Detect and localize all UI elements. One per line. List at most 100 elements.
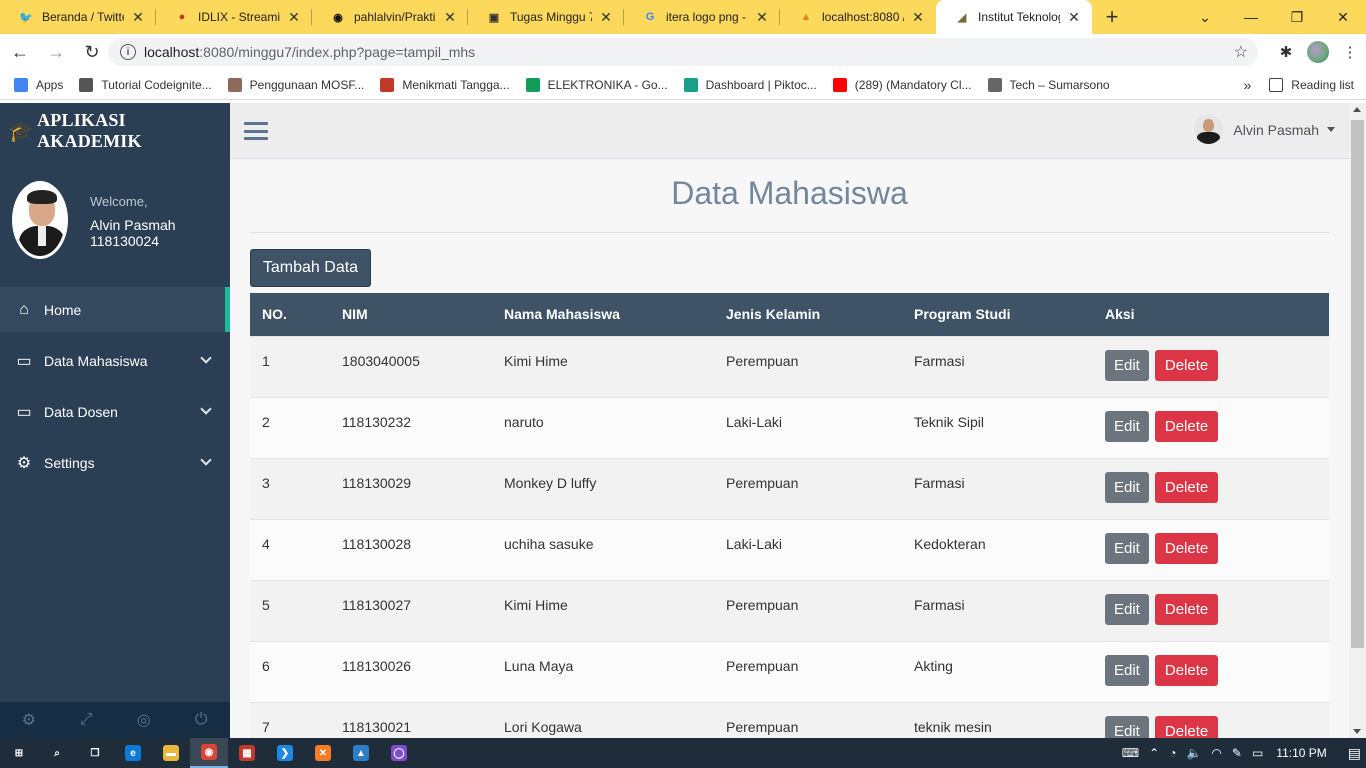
network-icon[interactable]: ◔ [1169,746,1176,760]
edit-button[interactable]: Edit [1105,349,1149,381]
reload-button[interactable]: ↻ [76,36,108,68]
minimize-button[interactable]: — [1228,0,1274,34]
tab-close-icon[interactable]: ✕ [1066,9,1082,26]
delete-button[interactable]: Delete [1154,593,1219,625]
sidebar-item-data-dosen[interactable]: ▭ Data Dosen [0,389,230,434]
site-info-icon[interactable]: i [120,44,136,60]
extensions-icon[interactable]: ✱ [1270,43,1302,61]
edit-button[interactable]: Edit [1105,593,1149,625]
address-bar[interactable]: i localhost:8080/minggu7/index.php?page=… [108,38,1258,66]
vscode-taskbar-button[interactable]: ❯ [266,738,304,768]
bookmark-star-icon[interactable]: ☆ [1234,42,1248,62]
delete-button[interactable]: Delete [1154,410,1219,442]
bookmark-item[interactable]: ELEKTRONIKA - Go... [525,77,668,92]
tab-close-icon[interactable]: ✕ [754,9,770,26]
wifi-icon[interactable]: ◠ [1211,746,1221,760]
tab-close-icon[interactable]: ✕ [286,9,302,26]
bookmark-item[interactable]: Dashboard | Piktoc... [683,77,817,92]
table-row: 5 118130027 Kimi Hime Perempuan Farmasi Edit D… [250,579,1329,641]
delete-button[interactable]: Delete [1154,715,1219,738]
vscode-icon: ❯ [277,745,293,761]
tab-close-icon[interactable]: ✕ [130,9,146,26]
cell-prodi: Farmasi [902,335,1093,397]
gear-icon[interactable]: ⚙ [0,702,58,738]
touch-keyboard-icon[interactable]: ▭ [1252,746,1263,760]
scroll-up-arrow-icon[interactable] [1353,107,1361,112]
tab-close-icon[interactable]: ✕ [598,9,614,26]
chrome-taskbar-button[interactable]: ◉ [190,738,228,768]
show-hidden-icons-icon[interactable]: ⌃ [1149,746,1159,760]
browser-tab[interactable]: ▣ Tugas Minggu 7 ✕ [468,0,624,34]
bookmark-item[interactable]: Apps [14,77,63,92]
bookmark-favicon-icon [832,77,847,92]
scroll-down-arrow-icon[interactable] [1353,729,1361,734]
xampp-taskbar-button[interactable]: ✕ [304,738,342,768]
back-button[interactable]: ← [4,36,36,68]
cell-prodi: Farmasi [902,457,1093,519]
browser-tab[interactable]: ● IDLIX - Streaming ✕ [156,0,312,34]
photos-taskbar-button[interactable]: ▲ [342,738,380,768]
fullscreen-icon[interactable]: ⤢ [58,702,116,738]
sidebar-item-home[interactable]: ⌂ Home [0,287,230,332]
file-explorer-taskbar-button[interactable]: ▬ [152,738,190,768]
bookmark-item[interactable]: Penggunaan MOSF... [227,77,364,92]
windows-start-taskbar-button[interactable]: ⊞ [0,738,38,768]
tab-title: localhost:8080 / [822,10,904,24]
edit-button[interactable]: Edit [1105,654,1149,686]
sidebar-footer: ⚙ ⤢ ◎ ⏻ [0,702,230,738]
notification-center-icon[interactable]: ▤ [1348,745,1361,762]
browser-tab[interactable]: ▲ localhost:8080 / ✕ [780,0,936,34]
profile-avatar[interactable] [1307,41,1329,63]
tab-search-button[interactable]: ⌄ [1182,0,1228,34]
edit-button[interactable]: Edit [1105,410,1149,442]
sidebar-item-settings[interactable]: ⚙ Settings [0,440,230,485]
forward-button[interactable]: → [40,36,72,68]
toolbar-right: ✱ ⋮ [1270,34,1366,70]
tab-close-icon[interactable]: ✕ [910,9,926,26]
eye-slash-icon[interactable]: ◎ [115,702,173,738]
brand[interactable]: 🎓 APLIKASI AKADEMIK [0,103,230,159]
browser-tab[interactable]: 🐦 Beranda / Twitter ✕ [0,0,156,34]
new-tab-button[interactable]: + [1092,0,1132,34]
delete-button[interactable]: Delete [1154,532,1219,564]
bookmark-item[interactable]: Menikmati Tangga... [380,77,510,92]
edge-taskbar-button[interactable]: e [114,738,152,768]
cell-nama: Kimi Hime [492,335,714,397]
reading-list-button[interactable]: Reading list [1291,78,1354,92]
scrollbar-thumb[interactable] [1351,120,1364,648]
keyboard-layout-icon[interactable]: ⌨ [1122,746,1139,760]
browser-toolbar: ← → ↻ i localhost:8080/minggu7/index.php… [0,34,1366,70]
edit-button[interactable]: Edit [1105,715,1149,738]
bookmark-item[interactable]: (289) (Mandatory Cl... [832,77,972,92]
browser-tab[interactable]: Gitera logo png - G ✕ [624,0,780,34]
power-icon[interactable]: ⏻ [173,702,231,738]
pen-icon[interactable]: ✎ [1232,746,1242,760]
task-view-taskbar-button[interactable]: ❐ [76,738,114,768]
add-data-button[interactable]: Tambah Data [250,249,371,287]
graduation-cap-icon: 🎓 [8,120,34,143]
volume-icon[interactable]: 🔈 [1186,746,1201,760]
browser-menu-icon[interactable]: ⋮ [1334,43,1366,61]
page-scrollbar[interactable] [1349,103,1366,738]
chevron-down-icon [200,352,212,364]
delete-button[interactable]: Delete [1154,349,1219,381]
menu-toggle-icon[interactable] [244,122,268,140]
more-bookmarks-button[interactable]: » [1244,77,1252,93]
delete-button[interactable]: Delete [1154,654,1219,686]
close-window-button[interactable]: ✕ [1320,0,1366,34]
bookmark-item[interactable]: Tutorial Codeignite... [79,77,212,92]
taskbar-clock[interactable]: 11:10 PM [1276,746,1326,760]
restore-button[interactable]: ❐ [1274,0,1320,34]
browser-tab[interactable]: ◢ Institut Teknolog ✕ [936,0,1092,34]
user-dropdown[interactable]: Alvin Pasmah [1194,115,1335,144]
edit-button[interactable]: Edit [1105,532,1149,564]
store-taskbar-button[interactable]: ▦ [228,738,266,768]
tab-close-icon[interactable]: ✕ [442,9,458,26]
delete-button[interactable]: Delete [1154,471,1219,503]
bookmark-item[interactable]: Tech – Sumarsono [987,77,1110,92]
edit-button[interactable]: Edit [1105,471,1149,503]
github-desktop-taskbar-button[interactable]: ◯ [380,738,418,768]
browser-tab[interactable]: ◉ pahlalvin/Praktik ✕ [312,0,468,34]
sidebar-item-data-mahasiswa[interactable]: ▭ Data Mahasiswa [0,338,230,383]
search-taskbar-button[interactable]: ⌕ [38,738,76,768]
